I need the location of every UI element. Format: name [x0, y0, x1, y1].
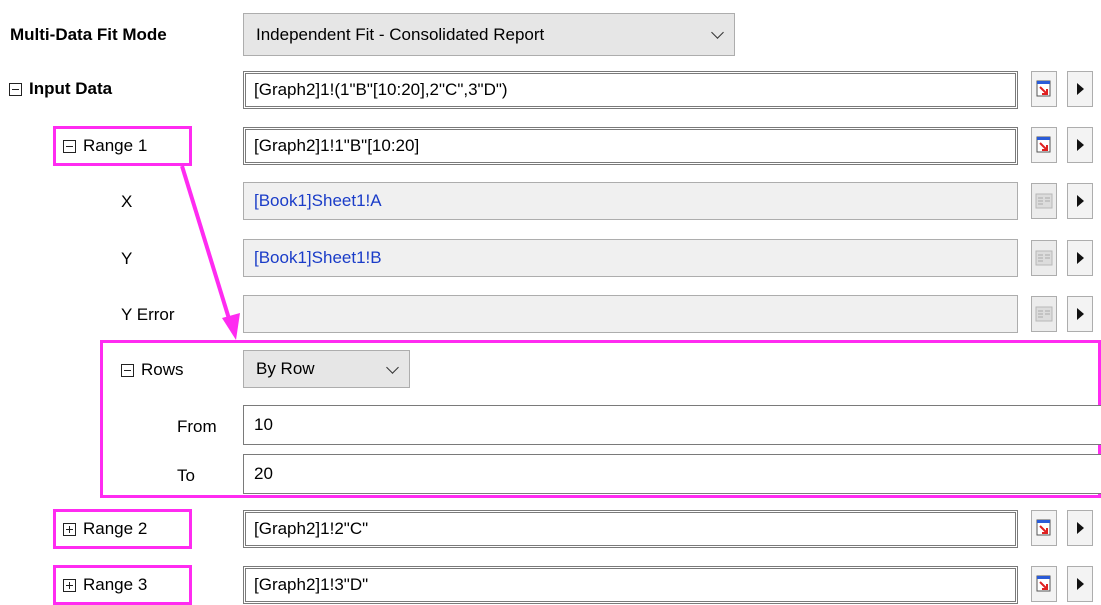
annotation-arrow: [180, 165, 240, 340]
